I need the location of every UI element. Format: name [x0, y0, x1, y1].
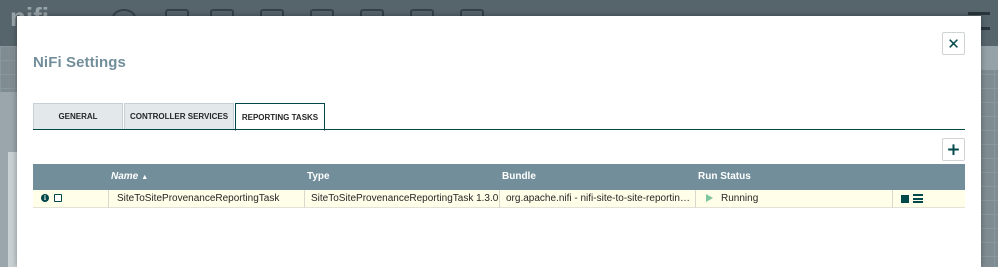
row-bundle: org.apache.nifi - nifi-site-to-site-repo… — [500, 190, 696, 208]
row-name: SiteToSiteProvenanceReportingTask — [109, 190, 305, 208]
stop-icon[interactable] — [901, 195, 909, 203]
play-icon — [706, 194, 713, 202]
column-header-type[interactable]: Type — [305, 164, 330, 190]
view-state-icon[interactable] — [913, 194, 923, 203]
dialog-title: NiFi Settings — [33, 54, 126, 71]
table-header: Name ▲ Type Bundle Run Status — [33, 164, 965, 190]
book-icon[interactable] — [54, 194, 62, 202]
row-run-status: Running — [696, 190, 893, 208]
sort-asc-icon: ▲ — [141, 174, 149, 181]
plus-icon: + — [946, 139, 961, 160]
column-header-bundle[interactable]: Bundle — [500, 164, 536, 190]
run-status-label: Running — [721, 193, 759, 204]
tab-divider — [33, 129, 965, 130]
close-icon: ✕ — [947, 34, 960, 53]
add-reporting-task-button[interactable]: + — [942, 138, 965, 161]
row-icons-cell: i — [33, 190, 109, 208]
close-button[interactable]: ✕ — [942, 32, 965, 55]
column-header-name[interactable]: Name ▲ — [109, 164, 148, 190]
row-type: SiteToSiteProvenanceReportingTask 1.3.0 — [305, 190, 500, 208]
tab-reporting-tasks[interactable]: REPORTING TASKS — [235, 103, 325, 131]
tab-general[interactable]: GENERAL — [33, 103, 123, 130]
tab-controller-services[interactable]: CONTROLLER SERVICES — [124, 103, 234, 130]
info-icon[interactable]: i — [41, 194, 49, 202]
table-row[interactable]: i SiteToSiteProvenanceReportingTask Site… — [33, 190, 965, 208]
column-header-run-status[interactable]: Run Status — [696, 164, 751, 190]
background-bulletin-icon — [980, 46, 998, 70]
reporting-tasks-table: Name ▲ Type Bundle Run Status i SiteToSit… — [33, 164, 965, 208]
settings-dialog: ✕ NiFi Settings GENERAL CONTROLLER SERVI… — [17, 16, 981, 267]
